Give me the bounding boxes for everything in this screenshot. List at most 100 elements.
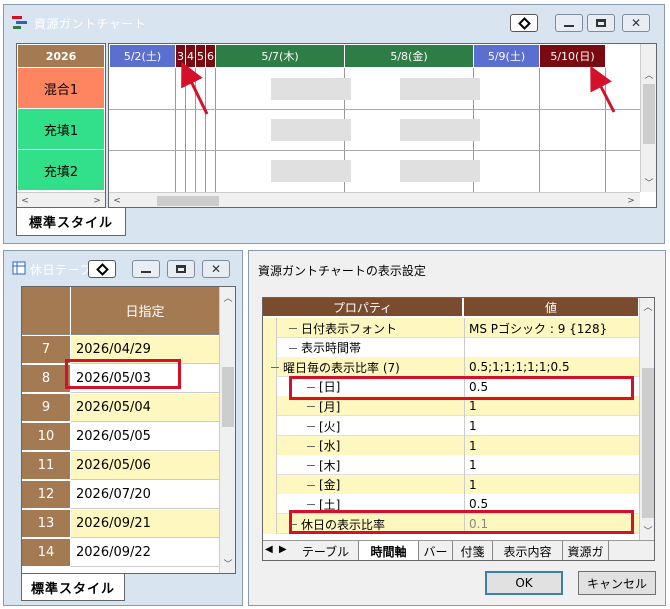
property-value[interactable]: 0.5 (464, 376, 639, 397)
property-grid: プロパティ 値 日付表示フォント MS Pゴシック : 9 {128} 表示時間帯曜… (262, 297, 655, 561)
pin-icon (95, 262, 109, 276)
property-value[interactable]: 1 (464, 455, 639, 476)
property-name: [月] (319, 399, 341, 414)
row-number: 7 (22, 336, 70, 364)
scroll-up-icon[interactable]: ︿ (642, 300, 654, 313)
row-gutter (263, 514, 277, 534)
property-row[interactable]: [水] 1 (263, 435, 639, 456)
property-name: 表示時間帯 (301, 341, 362, 356)
holiday-date[interactable]: 2026/09/22 (71, 539, 219, 567)
holiday-date[interactable]: 2026/07/20 (71, 481, 219, 509)
row-gutter (263, 455, 277, 476)
property-tab[interactable]: 資源ガ (563, 541, 609, 560)
property-row[interactable]: [金] 1 (263, 474, 639, 495)
date-column-header: 日指定 (71, 287, 219, 335)
property-row[interactable]: [土] 0.5 (263, 494, 639, 515)
minimize-button[interactable] (132, 260, 160, 278)
table-row[interactable]: 12 2026/07/20 (22, 481, 219, 509)
table-row[interactable]: 11 2026/05/06 (22, 452, 219, 480)
property-tab[interactable]: 時間軸 (359, 541, 419, 560)
property-value[interactable]: 1 (464, 435, 639, 456)
holiday-date[interactable]: 2026/05/03 (71, 365, 219, 393)
row-gutter (263, 318, 277, 338)
property-row[interactable]: 休日の表示比率 0.1 (263, 514, 639, 534)
table-row[interactable]: 14 2026/09/22 (22, 539, 219, 567)
holiday-date[interactable]: 2026/05/04 (71, 394, 219, 422)
property-row[interactable]: [木] 1 (263, 455, 639, 476)
row-number: 10 (22, 423, 70, 451)
property-row[interactable]: 表示時間帯 (263, 337, 639, 358)
property-tab[interactable]: 付箋 (453, 541, 493, 560)
tree-line (289, 524, 297, 525)
gantt-window: 資源ガントチャート ✕ 2026 混合1 充填1 充填2 < > 5/2(土) 3 4 5… (3, 4, 665, 244)
vscroll-thumb[interactable] (222, 367, 234, 427)
table-row[interactable]: 8 2026/05/03 (22, 365, 219, 393)
cancel-button[interactable]: キャンセル (578, 571, 656, 595)
property-row[interactable]: [火] 1 (263, 416, 639, 436)
holiday-date[interactable]: 2026/05/06 (71, 452, 219, 480)
property-tab[interactable]: バー (419, 541, 453, 560)
property-name: [土] (319, 497, 341, 512)
table-row[interactable]: 10 2026/05/05 (22, 423, 219, 451)
row-number: 8 (22, 365, 70, 393)
tree-line (307, 504, 315, 506)
property-value[interactable]: 0.5 (464, 494, 639, 515)
ok-button[interactable]: OK (485, 571, 563, 595)
holiday-style-tab[interactable]: 標準スタイル (21, 574, 125, 601)
holiday-date[interactable]: 2026/09/21 (71, 510, 219, 538)
holiday-table: 日指定 7 2026/04/29 8 2026/05/03 9 2026/05/04 10 2… (21, 286, 236, 574)
scroll-down-icon[interactable]: ﹀ (222, 557, 234, 570)
property-row[interactable]: [日] 0.5 (263, 376, 639, 397)
property-row[interactable]: 日付表示フォント MS Pゴシック : 9 {128} (263, 318, 639, 338)
row-number-header (22, 287, 70, 335)
row-number: 13 (22, 510, 70, 538)
property-row[interactable]: [月] 1 (263, 396, 639, 417)
close-button[interactable]: ✕ (202, 260, 230, 278)
tab-scroll-right[interactable]: ▶ (279, 544, 291, 558)
maximize-button[interactable] (167, 260, 195, 278)
settings-dialog: 資源ガントチャートの表示設定 プロパティ 値 日付表示フォント MS Pゴシック … (248, 250, 666, 606)
table-row[interactable]: 13 2026/09/21 (22, 510, 219, 538)
vscroll-thumb[interactable] (642, 368, 654, 518)
property-tab[interactable]: テーブル (293, 541, 359, 560)
row-number: 14 (22, 539, 70, 567)
property-value[interactable]: 0.1 (464, 514, 639, 534)
row-gutter (263, 337, 277, 358)
scroll-up-icon[interactable]: ︿ (222, 291, 234, 304)
holiday-date[interactable]: 2026/05/05 (71, 423, 219, 451)
value-column-header: 値 (464, 298, 638, 316)
pin-button[interactable] (88, 260, 116, 278)
tree-line (289, 347, 297, 349)
row-gutter (263, 376, 277, 397)
holiday-titlebar[interactable]: 休日テーブ ✕ (4, 251, 242, 285)
property-name: [金] (319, 478, 341, 493)
property-value[interactable]: 0.5;1;1;1;1;1;0.5 (464, 357, 639, 378)
property-value[interactable]: 1 (464, 416, 639, 436)
table-icon (12, 261, 26, 275)
tree-line (289, 328, 297, 329)
holiday-date[interactable]: 2026/04/29 (71, 336, 219, 364)
table-row[interactable]: 7 2026/04/29 (22, 336, 219, 364)
property-row[interactable]: 曜日毎の表示比率 (7) 0.5;1;1;1;1;1;0.5 (263, 357, 639, 378)
property-value[interactable]: MS Pゴシック : 9 {128} (464, 318, 639, 338)
property-name: [水] (319, 439, 341, 454)
tree-line (271, 367, 279, 369)
tab-scroll-left[interactable]: ◀ (265, 544, 277, 558)
property-value[interactable] (464, 337, 639, 358)
property-name: 休日の表示比率 (301, 517, 386, 532)
row-gutter (263, 396, 277, 417)
tree-line (307, 484, 315, 486)
property-tab[interactable]: 表示内容 (493, 541, 563, 560)
property-tab-strip: ◀ ▶ テーブル 時間軸 バー 付箋 表示内容 資源ガ (263, 540, 654, 560)
table-row[interactable]: 9 2026/05/04 (22, 394, 219, 422)
scroll-down-icon[interactable]: ﹀ (642, 524, 654, 537)
tree-line (307, 426, 315, 427)
property-value[interactable]: 1 (464, 474, 639, 495)
property-value[interactable]: 1 (464, 396, 639, 417)
property-vscrollbar[interactable]: ︿ ﹀ (639, 298, 654, 540)
close-icon: ✕ (210, 262, 222, 276)
annotation-arrows (181, 61, 616, 115)
settings-title: 資源ガントチャートの表示設定 (258, 264, 426, 278)
holiday-vscrollbar[interactable]: ︿ ﹀ (219, 287, 235, 573)
tree-line (307, 465, 315, 467)
